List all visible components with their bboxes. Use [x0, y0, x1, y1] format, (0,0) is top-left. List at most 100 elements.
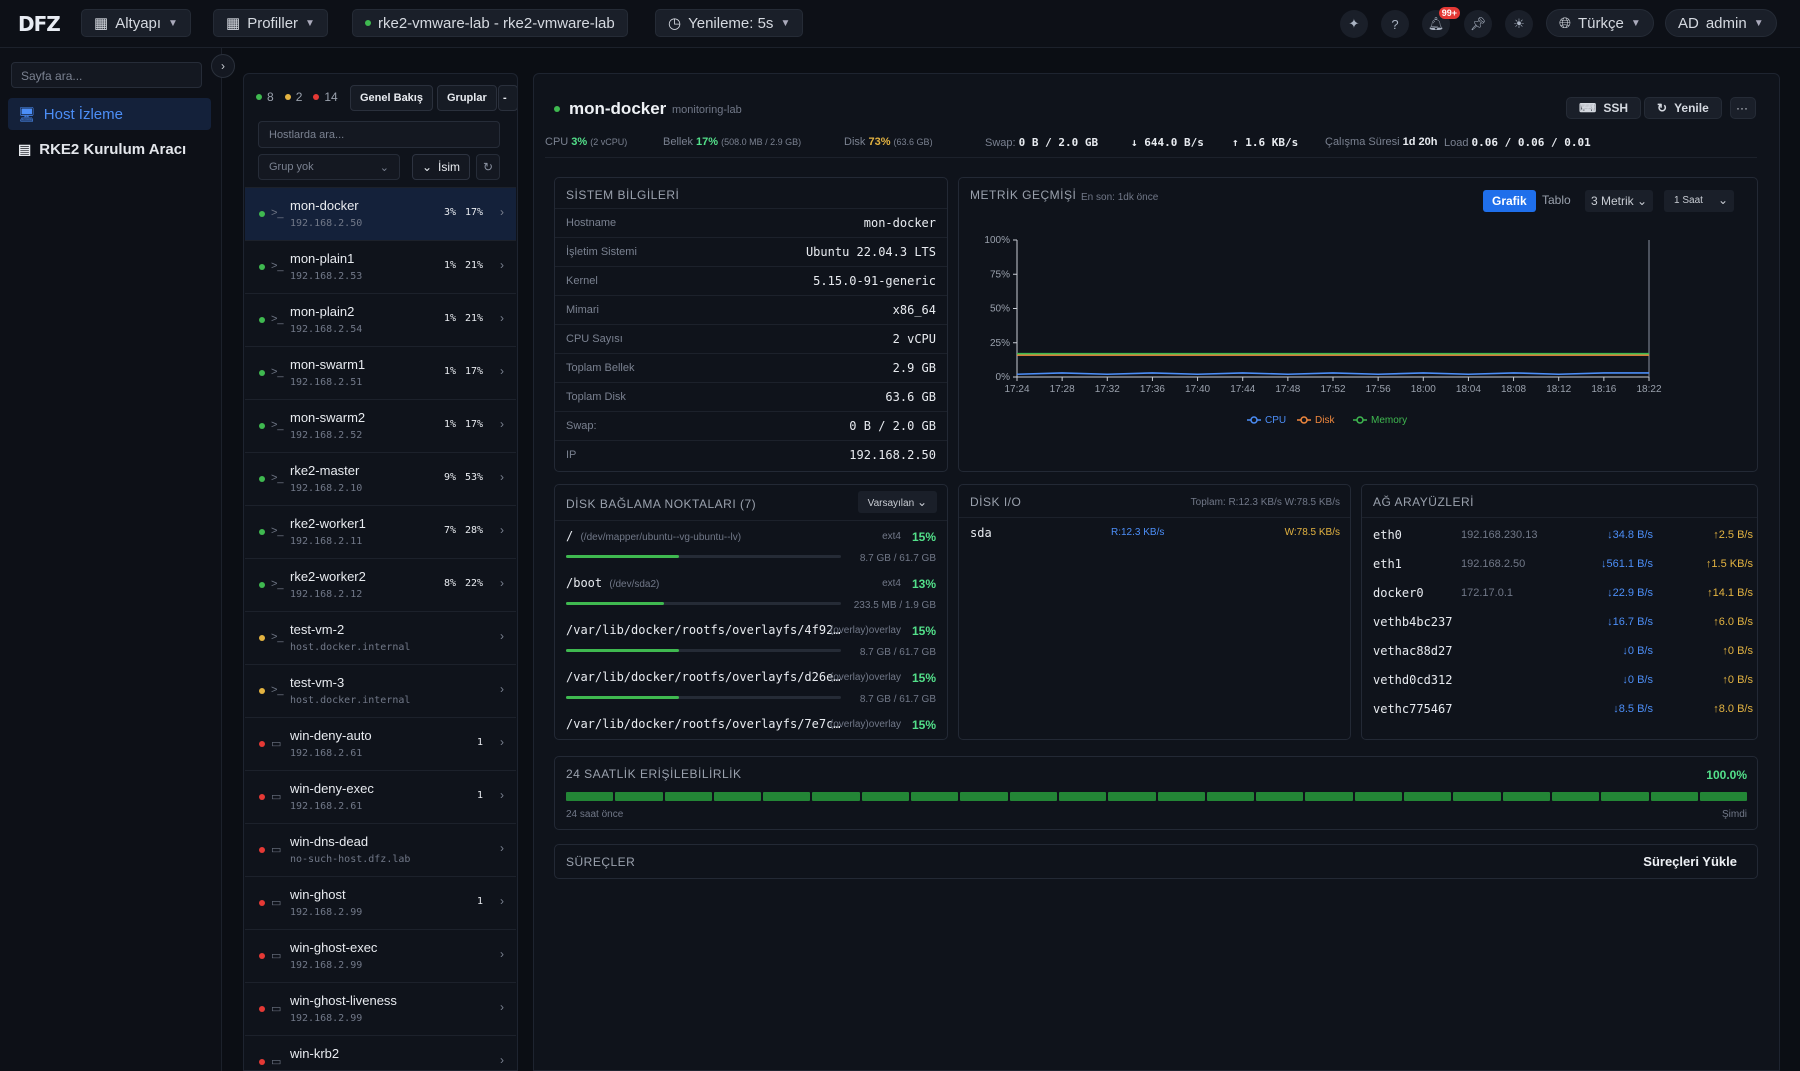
sidebar-item-host-monitoring[interactable]: 🖥︎ Host İzleme [8, 98, 211, 130]
cluster-selector[interactable]: rke2-vmware-lab - rke2-vmware-lab [352, 9, 628, 37]
mount-usage-bar [566, 649, 841, 652]
sidebar: Sayfa ara... 🖥︎ Host İzleme ▤ RKE2 Kurulum… [0, 48, 222, 1071]
host-list-item[interactable]: >_ test-vm-2 host.docker.internal › [245, 611, 516, 664]
pin-icon[interactable]: 📌︎ [1464, 10, 1492, 38]
tab-groups[interactable]: Gruplar [437, 85, 497, 111]
more-tabs-button[interactable]: - [498, 85, 517, 111]
profiles-menu[interactable]: ▦ Profiller ▼ [213, 9, 328, 37]
server-icon: ▤ [18, 140, 32, 157]
sort-button[interactable]: ⌄ İsim [412, 154, 470, 180]
x-tick-label: 17:36 [1140, 384, 1165, 395]
net-up-stat: ↑ 1.6 KB/s [1232, 136, 1298, 149]
refresh-icon[interactable]: ↻ [476, 154, 500, 180]
terminal-icon: >_ [271, 419, 284, 431]
net-up-value: ↑ 1.6 KB/s [1232, 136, 1299, 149]
sparkle-icon[interactable]: ✦ [1340, 10, 1368, 38]
availability-start: 24 saat önce [566, 809, 624, 820]
infrastructure-menu[interactable]: ▦ Altyapı ▼ [81, 9, 191, 37]
host-list-item[interactable]: >_ rke2-master 192.168.2.10 9% 53% › [245, 452, 516, 505]
interface-ip: 192.168.230.13 [1461, 529, 1538, 541]
tab-table[interactable]: Tablo [1542, 193, 1571, 207]
sidebar-item-rke2-setup[interactable]: ▤ RKE2 Kurulum Aracı [8, 133, 211, 165]
interface-tx: ↑8.0 B/s [1713, 703, 1753, 715]
stat-label: Bellek [663, 136, 693, 148]
chevron-right-icon: › [500, 841, 504, 855]
bell-icon[interactable]: 🔔︎ 99+ [1422, 7, 1460, 38]
group-select[interactable]: Grup yok ⌄ [258, 154, 400, 180]
mount-size: 233.5 MB / 1.9 GB [853, 600, 936, 611]
host-list-item[interactable]: >_ mon-swarm1 192.168.2.51 1% 17% › [245, 346, 516, 399]
page-search-input[interactable]: Sayfa ara... [11, 62, 202, 88]
tab-chart[interactable]: Grafik [1483, 190, 1536, 212]
count-offline: 14 [324, 90, 338, 104]
refresh-interval-select[interactable]: ◷ Yenileme: 5s ▼ [655, 9, 804, 37]
host-list-item[interactable]: ▭ win-deny-exec 192.168.2.61 1 › [245, 770, 516, 823]
mount-item: /var/lib/docker/rootfs/overlayfs/7e7c… (… [566, 713, 936, 739]
info-label: Toplam Disk [566, 391, 626, 403]
availability-segment [1502, 792, 1550, 801]
stats-bar: CPU 3% (2 vCPU) Bellek 17% (508.0 MB / 2… [545, 136, 1757, 158]
host-list-item[interactable]: ▭ win-deny-auto 192.168.2.61 1 › [245, 717, 516, 770]
info-label: Hostname [566, 217, 617, 229]
terminal-icon: >_ [271, 472, 284, 484]
more-actions-button[interactable]: ··· [1730, 97, 1756, 119]
help-icon[interactable]: ? [1381, 10, 1409, 38]
range-select[interactable]: 1 Saat ⌄ [1664, 190, 1734, 212]
card-title: AĞ ARAYÜZLERİ [1373, 495, 1474, 509]
availability-segment [1453, 792, 1501, 801]
mount-size: 8.7 GB / 61.7 GB [859, 647, 936, 658]
interface-rx: ↓0 B/s [1622, 674, 1653, 686]
mount-path: /boot (/dev/sda2) [566, 576, 659, 590]
interface-name: vethd0cd312 [1373, 673, 1453, 687]
chevron-right-icon: › [500, 735, 504, 749]
tab-overview[interactable]: Genel Bakış [350, 85, 433, 111]
window-icon: ▭ [271, 1056, 282, 1068]
system-info-row: CPU Sayısı 2 vCPU [555, 324, 947, 353]
host-list-item[interactable]: ▭ win-ghost 192.168.2.99 1 › [245, 876, 516, 929]
ssh-button[interactable]: ⌨ SSH [1566, 97, 1642, 119]
host-search-input[interactable]: Hostlarda ara... [258, 121, 500, 148]
info-value: 5.15.0-91-generic [813, 274, 936, 288]
avatar: AD [1678, 14, 1699, 32]
host-list-item[interactable]: >_ mon-docker 192.168.2.50 3% 17% › [245, 187, 516, 240]
host-name: mon-plain2 [290, 304, 355, 319]
availability-segment [812, 792, 860, 801]
host-name: mon-swarm2 [290, 410, 366, 425]
load-stat: Load 0.06 / 0.06 / 0.01 [1444, 136, 1591, 149]
host-list-item[interactable]: >_ mon-plain1 192.168.2.53 1% 21% › [245, 240, 516, 293]
refresh-button[interactable]: ↻ Yenile [1644, 97, 1722, 119]
host-list-item[interactable]: ▭ win-ghost-liveness 192.168.2.99 › [245, 982, 516, 1035]
mount-usage-bar [566, 555, 841, 558]
mount-sort-select[interactable]: Varsayılan ⌄ [857, 491, 937, 513]
host-list-item[interactable]: >_ rke2-worker1 192.168.2.11 7% 28% › [245, 505, 516, 558]
info-value: 2.9 GB [892, 361, 936, 375]
host-list-item[interactable]: ▭ win-dns-dead no-such-host.dfz.lab › [245, 823, 516, 876]
mount-fstype: (overlay)overlay [829, 625, 901, 636]
user-menu[interactable]: AD admin ▼ [1665, 9, 1777, 37]
load-processes-button[interactable]: Süreçleri Yükle [1643, 854, 1737, 869]
mount-size: 8.7 GB / 61.7 GB [859, 553, 936, 564]
host-list-item[interactable]: ▭ win-krb2 › [245, 1035, 516, 1070]
host-list-item[interactable]: ▭ win-ghost-exec 192.168.2.99 › [245, 929, 516, 982]
green-dot [256, 94, 262, 100]
chevron-right-icon: › [500, 1000, 504, 1014]
sun-icon[interactable]: ☀ [1505, 10, 1533, 38]
refresh-label: Yenile [1674, 101, 1709, 115]
x-tick-label: 17:28 [1050, 384, 1075, 395]
host-list-item[interactable]: >_ rke2-worker2 192.168.2.12 8% 22% › [245, 558, 516, 611]
host-list-item[interactable]: >_ test-vm-3 host.docker.internal › [245, 664, 516, 717]
interface-name: vethc775467 [1373, 702, 1453, 716]
interface-name: docker0 [1373, 586, 1424, 600]
language-select[interactable]: 🌐︎ Türkçe ▼ [1546, 9, 1654, 37]
availability-segment [1157, 792, 1205, 801]
host-list-item[interactable]: >_ mon-plain2 192.168.2.54 1% 21% › [245, 293, 516, 346]
collapse-sidebar-button[interactable]: › [211, 54, 235, 78]
uptime-value: 1d 20h [1402, 136, 1438, 148]
stat-label: Disk [844, 136, 866, 148]
host-list-item[interactable]: >_ mon-swarm2 192.168.2.52 1% 17% › [245, 399, 516, 452]
network-interface-row: vethd0cd312 ↓0 B/s ↑0 B/s [1373, 666, 1753, 695]
mount-percent: 15% [911, 718, 936, 732]
metric-select[interactable]: 3 Metrik ⌄ [1585, 190, 1654, 212]
username: admin [1705, 14, 1747, 32]
terminal-icon: >_ [271, 578, 284, 590]
